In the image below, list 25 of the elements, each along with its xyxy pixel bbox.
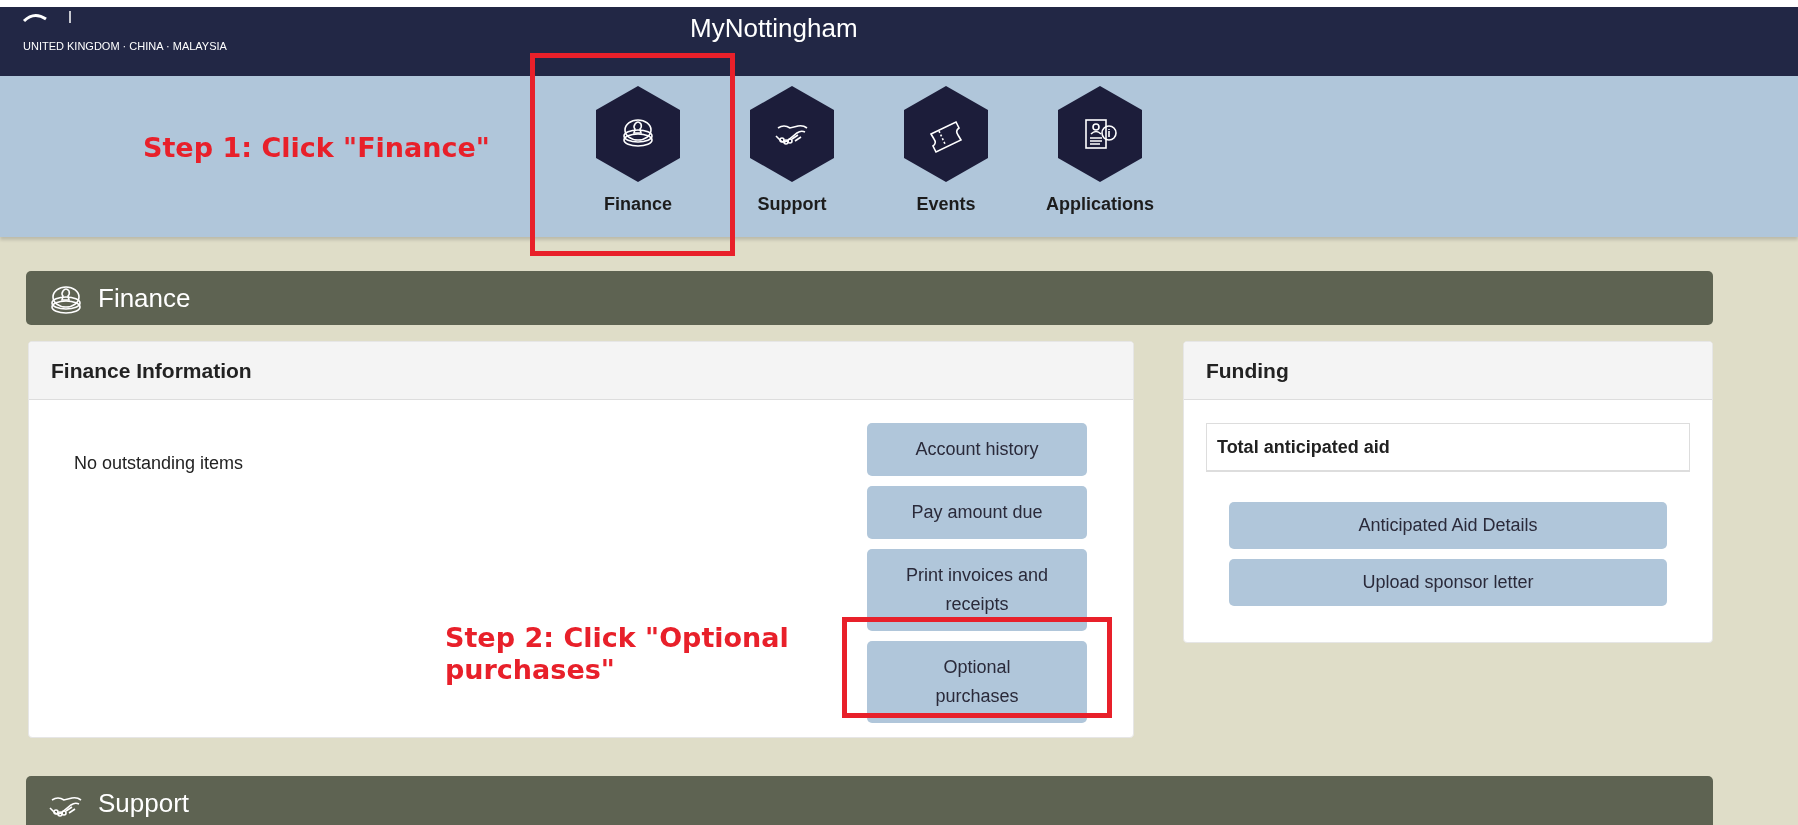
annotation-text: Step 2: Click "Optional purchases" (445, 622, 790, 686)
total-aid-row: Total anticipated aid (1205, 423, 1690, 472)
annotation-text: Step 1: Click "Finance" (143, 132, 490, 164)
nav-tab[interactable]: Applications (1030, 76, 1170, 237)
nav-tab[interactable]: Support (722, 76, 862, 237)
action-button[interactable]: Optional purchases (866, 641, 1087, 723)
coins-icon (596, 86, 680, 182)
action-button[interactable]: Anticipated Aid Details (1228, 502, 1667, 549)
section-title: Finance (98, 282, 191, 314)
action-button[interactable]: Account history (866, 423, 1087, 476)
action-button[interactable]: Print invoices and receipts (866, 549, 1087, 631)
ticket-icon (904, 86, 988, 182)
document-icon (1058, 86, 1142, 182)
nav-tab[interactable]: Events (876, 76, 1016, 237)
nav-tab[interactable]: Finance (568, 76, 708, 237)
tagline: UNITED KINGDOM · CHINA · MALAYSIA (23, 40, 227, 52)
card-title: Funding (1183, 342, 1712, 400)
card-title: Finance Information (29, 342, 1133, 400)
action-button[interactable]: Pay amount due (866, 486, 1087, 539)
action-button[interactable]: Upload sponsor letter (1228, 559, 1667, 606)
status-message: No outstanding items (74, 453, 244, 475)
logo-icon (22, 11, 72, 24)
section-title: Support (98, 787, 190, 819)
site-title: MyNottingham (690, 13, 858, 44)
handshake-icon (750, 86, 834, 182)
